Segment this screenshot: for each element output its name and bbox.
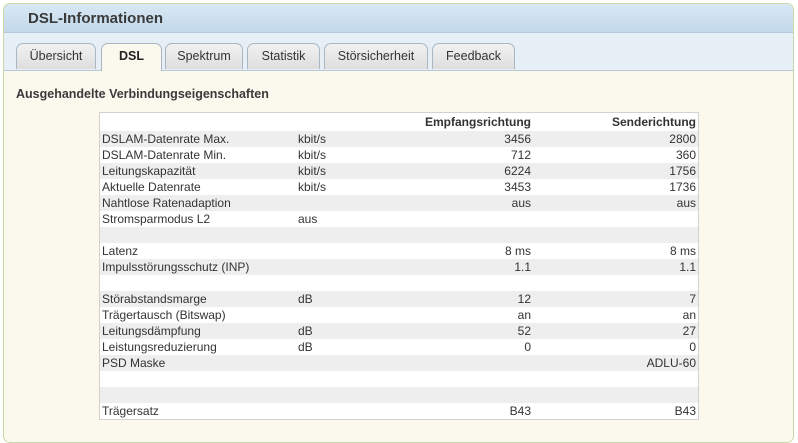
row-label: DSLAM-Datenrate Min. <box>102 148 227 162</box>
row-downstream-value: 0 <box>524 340 531 354</box>
row-label: Leitungskapazität <box>102 164 196 178</box>
row-downstream-value: an <box>517 308 531 322</box>
title-bar: DSL-Informationen <box>4 4 793 33</box>
table-row: DSLAM-Datenrate Min. kbit/s 712 360 <box>100 147 698 163</box>
row-label: Latenz <box>102 244 139 258</box>
tab-feedback[interactable]: Feedback <box>432 43 515 69</box>
table-row: Trägersatz B43 B43 <box>100 403 698 419</box>
row-unit: dB <box>298 292 313 306</box>
row-downstream-value: 12 <box>517 292 531 306</box>
table-row: Impulsstörungsschutz (INP) 1.1 1.1 <box>100 259 698 275</box>
column-header-downstream: Empfangsrichtung <box>424 115 531 129</box>
row-downstream-value: 3453 <box>504 180 531 194</box>
table-row <box>100 387 698 403</box>
row-label: Nahtlose Ratenadaption <box>102 196 231 210</box>
row-label: Stromsparmodus L2 <box>102 212 211 226</box>
row-upstream-value: 2800 <box>669 132 696 146</box>
table-row: Leistungsreduzierung dB 0 0 <box>100 339 698 355</box>
table-row: Trägertausch (Bitswap) an an <box>100 307 698 323</box>
row-upstream-value: an <box>682 308 696 322</box>
table-header: Empfangsrichtung Senderichtung <box>100 113 698 131</box>
row-label: Aktuelle Datenrate <box>102 180 201 194</box>
table-row: Leitungsdämpfung dB 52 27 <box>100 323 698 339</box>
table-row <box>100 371 698 387</box>
row-unit: kbit/s <box>298 132 327 146</box>
table-body: DSLAM-Datenrate Max. kbit/s 3456 2800 DSLAM-… <box>100 131 698 419</box>
tab-uebersicht[interactable]: Übersicht <box>16 43 96 69</box>
row-downstream-value: 6224 <box>504 164 531 178</box>
table-row: Aktuelle Datenrate kbit/s 3453 1736 <box>100 179 698 195</box>
row-downstream-value: 3456 <box>504 132 531 146</box>
row-upstream-value: B43 <box>674 404 696 418</box>
section-heading: Ausgehandelte Verbindungseigenschaften <box>16 87 269 101</box>
row-unit: kbit/s <box>298 164 327 178</box>
row-upstream-value: 8 ms <box>669 244 696 258</box>
row-label: Trägersatz <box>102 404 159 418</box>
tab-content: Ausgehandelte Verbindungseigenschaften E… <box>4 71 793 442</box>
row-label: Leistungsreduzierung <box>102 340 217 354</box>
row-unit: dB <box>298 340 313 354</box>
row-downstream-value: B43 <box>509 404 531 418</box>
tab-spektrum[interactable]: Spektrum <box>165 43 243 69</box>
column-header-upstream: Senderichtung <box>611 115 696 129</box>
row-downstream-value: 1.1 <box>514 260 531 274</box>
table-row: Nahtlose Ratenadaption aus aus <box>100 195 698 211</box>
row-upstream-value: aus <box>676 196 696 210</box>
row-upstream-value: 7 <box>689 292 696 306</box>
tab-stoersicherheit[interactable]: Störsicherheit <box>324 43 428 69</box>
tab-bar: Übersicht DSL Spektrum Statistik Störsic… <box>4 33 793 71</box>
tab-statistik[interactable]: Statistik <box>247 43 320 69</box>
row-downstream-value: aus <box>511 196 531 210</box>
row-upstream-value: 27 <box>682 324 696 338</box>
dsl-info-panel: DSL-Informationen Übersicht DSL Spektrum… <box>3 3 794 443</box>
tab-dsl[interactable]: DSL <box>101 43 162 71</box>
row-downstream-value: 712 <box>510 148 531 162</box>
table-row: Stromsparmodus L2 aus <box>100 211 698 227</box>
table-row: Latenz 8 ms 8 ms <box>100 243 698 259</box>
row-upstream-value: ADLU-60 <box>646 356 696 370</box>
row-upstream-value: 1736 <box>669 180 696 194</box>
table-row: Leitungskapazität kbit/s 6224 1756 <box>100 163 698 179</box>
row-unit: dB <box>298 324 313 338</box>
row-upstream-value: 1.1 <box>679 260 696 274</box>
table-row <box>100 275 698 291</box>
row-label: Impulsstörungsschutz (INP) <box>102 260 250 274</box>
row-unit: kbit/s <box>298 148 327 162</box>
row-label: Trägertausch (Bitswap) <box>102 308 226 322</box>
row-label: Störabstandsmarge <box>102 292 207 306</box>
row-upstream-value: 0 <box>689 340 696 354</box>
row-upstream-value: 1756 <box>669 164 696 178</box>
table-row <box>100 227 698 243</box>
row-downstream-value: 8 ms <box>504 244 531 258</box>
row-unit: kbit/s <box>298 180 327 194</box>
row-label: Leitungsdämpfung <box>102 324 201 338</box>
row-label: PSD Maske <box>102 356 166 370</box>
table-row: DSLAM-Datenrate Max. kbit/s 3456 2800 <box>100 131 698 147</box>
row-unit: aus <box>298 212 318 226</box>
row-label: DSLAM-Datenrate Max. <box>102 132 230 146</box>
table-row: PSD Maske ADLU-60 <box>100 355 698 371</box>
page-title: DSL-Informationen <box>28 10 163 27</box>
row-downstream-value: 52 <box>517 324 531 338</box>
table-row: Störabstandsmarge dB 12 7 <box>100 291 698 307</box>
row-upstream-value: 360 <box>675 148 696 162</box>
connection-properties-table: Empfangsrichtung Senderichtung DSLAM-Dat… <box>99 112 699 420</box>
